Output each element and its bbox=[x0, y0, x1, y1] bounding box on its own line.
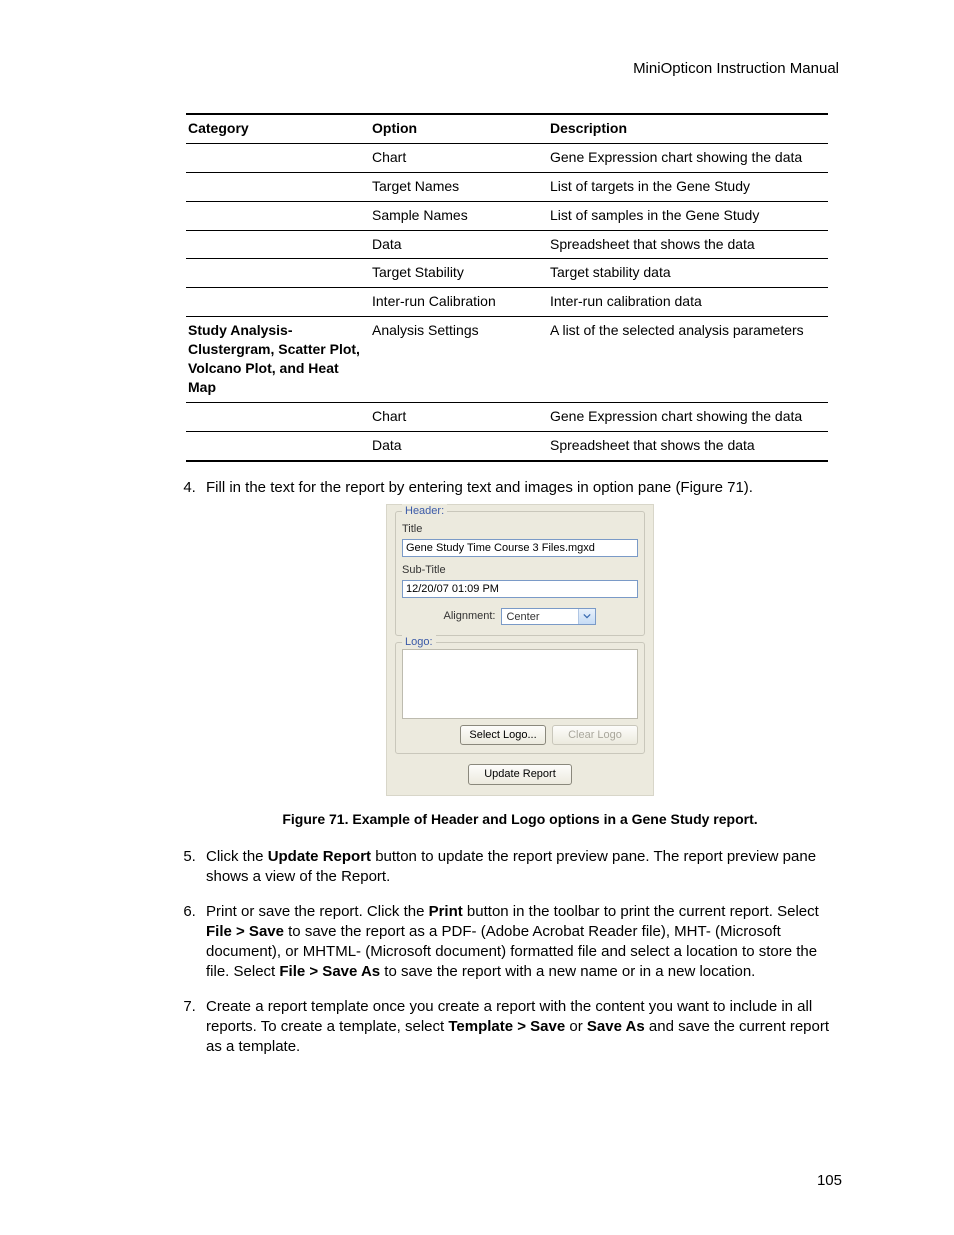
table-row: DataSpreadsheet that shows the data bbox=[186, 230, 828, 259]
logo-legend: Logo: bbox=[402, 635, 436, 650]
th-category: Category bbox=[186, 114, 370, 143]
alignment-select[interactable]: Center bbox=[501, 608, 596, 625]
header-fieldset: Header: Title Sub-Title Alignment: Cente… bbox=[395, 511, 645, 636]
page-number: 105 bbox=[817, 1172, 842, 1189]
table-row: ChartGene Expression chart showing the d… bbox=[186, 402, 828, 431]
step-5: Click the Update Report button to update… bbox=[200, 847, 844, 888]
step-6: Print or save the report. Click the Prin… bbox=[200, 902, 844, 983]
title-label: Title bbox=[402, 522, 638, 537]
table-row: Target NamesList of targets in the Gene … bbox=[186, 172, 828, 201]
update-report-button[interactable]: Update Report bbox=[468, 764, 572, 785]
logo-preview bbox=[402, 649, 638, 719]
table-row: ChartGene Expression chart showing the d… bbox=[186, 143, 828, 172]
table-row: Study Analysis-Clustergram, Scatter Plot… bbox=[186, 317, 828, 403]
select-logo-button[interactable]: Select Logo... bbox=[460, 725, 546, 746]
alignment-value: Center bbox=[506, 611, 539, 623]
alignment-label: Alignment: bbox=[444, 609, 496, 624]
title-input[interactable] bbox=[402, 539, 638, 557]
clear-logo-button[interactable]: Clear Logo bbox=[552, 725, 638, 746]
chevron-down-icon bbox=[578, 609, 595, 624]
th-option: Option bbox=[370, 114, 548, 143]
th-description: Description bbox=[548, 114, 828, 143]
subtitle-label: Sub-Title bbox=[402, 563, 638, 578]
step-7: Create a report template once you create… bbox=[200, 997, 844, 1058]
step-4: Fill in the text for the report by enter… bbox=[200, 478, 844, 830]
subtitle-input[interactable] bbox=[402, 580, 638, 598]
options-table: Category Option Description ChartGene Ex… bbox=[186, 113, 828, 462]
table-row: Inter-run CalibrationInter-run calibrati… bbox=[186, 288, 828, 317]
running-header: MiniOpticon Instruction Manual bbox=[110, 60, 844, 77]
figure-caption: Figure 71. Example of Header and Logo op… bbox=[202, 810, 838, 829]
header-legend: Header: bbox=[402, 504, 447, 519]
options-dialog: Header: Title Sub-Title Alignment: Cente… bbox=[386, 504, 654, 796]
table-row: Sample NamesList of samples in the Gene … bbox=[186, 201, 828, 230]
table-row: Target StabilityTarget stability data bbox=[186, 259, 828, 288]
logo-fieldset: Logo: Select Logo... Clear Logo bbox=[395, 642, 645, 755]
table-row: DataSpreadsheet that shows the data bbox=[186, 431, 828, 460]
